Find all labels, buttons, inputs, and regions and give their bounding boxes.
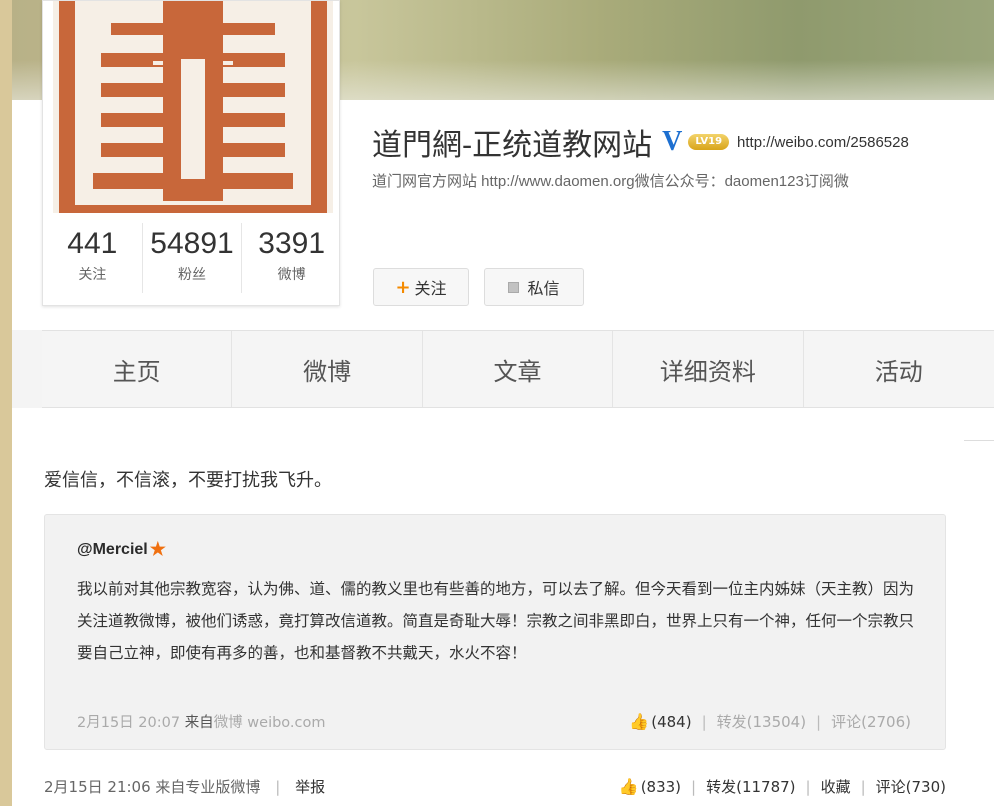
tab-details[interactable]: 详细资料 bbox=[613, 331, 804, 407]
quoted-time-link[interactable]: 2月15日 20:07 bbox=[77, 715, 180, 731]
quoted-like-count[interactable]: (484) bbox=[651, 713, 691, 731]
profile-url-link[interactable]: http://weibo.com/2586528 bbox=[737, 134, 909, 151]
stat-value: 54891 bbox=[150, 227, 234, 260]
divider bbox=[964, 440, 994, 441]
quoted-post: @Merciel ★ 我以前对其他宗教宽容，认为佛、道、儒的教义里也有些善的地方… bbox=[44, 514, 946, 750]
post-favorite-link[interactable]: 收藏 bbox=[821, 776, 851, 797]
tab-events[interactable]: 活动 bbox=[804, 331, 994, 407]
post-like-count[interactable]: (833) bbox=[641, 778, 681, 796]
avatar-card: 441 关注 54891 粉丝 3391 微博 bbox=[42, 0, 340, 306]
tab-articles[interactable]: 文章 bbox=[423, 331, 614, 407]
separator: | bbox=[860, 777, 866, 796]
post-meta: 2月15日 21:06 来自专业版微博 | 举报 bbox=[44, 776, 325, 797]
plus-icon: + bbox=[395, 276, 411, 298]
separator: | bbox=[805, 777, 811, 796]
stat-label: 关注 bbox=[78, 267, 107, 283]
avatar[interactable] bbox=[53, 1, 333, 213]
post-repost-link[interactable]: 转发(11787) bbox=[706, 776, 795, 797]
follow-button[interactable]: + 关注 bbox=[373, 268, 469, 306]
profile-name-row: 道門網-正统道教网站 V LV19 http://weibo.com/25865… bbox=[372, 118, 909, 166]
level-badge[interactable]: LV19 bbox=[688, 134, 730, 150]
separator: | bbox=[701, 712, 707, 731]
stat-label: 粉丝 bbox=[178, 267, 206, 283]
profile-description: 道门网官方网站 http://www.daomen.org微信公众号：daome… bbox=[372, 173, 849, 190]
seal-logo-icon bbox=[53, 1, 333, 213]
separator: | bbox=[816, 712, 822, 731]
stat-value: 3391 bbox=[258, 227, 326, 260]
quoted-repost-link[interactable]: 转发(13504) bbox=[717, 711, 806, 732]
separator: | bbox=[275, 778, 281, 796]
profile-tabs: 主页 微博 文章 详细资料 活动 bbox=[42, 330, 994, 408]
quoted-comment-link[interactable]: 评论(2706) bbox=[831, 711, 911, 732]
post-time-link[interactable]: 2月15日 21:06 bbox=[44, 778, 151, 796]
message-button[interactable]: 私信 bbox=[484, 268, 584, 306]
stat-following[interactable]: 441 关注 bbox=[43, 223, 143, 293]
verified-icon[interactable]: V bbox=[662, 126, 682, 158]
post-source-link[interactable]: 来自专业版微博 bbox=[155, 778, 260, 796]
page-left-border bbox=[0, 0, 12, 806]
report-link[interactable]: 举报 bbox=[295, 778, 325, 796]
quoted-author-link[interactable]: @Merciel bbox=[77, 541, 148, 559]
post-text: 爱信信，不信滚，不要打扰我飞升。 bbox=[44, 470, 332, 491]
tab-home[interactable]: 主页 bbox=[42, 331, 233, 407]
stat-value: 441 bbox=[67, 227, 118, 260]
quoted-body: 我以前对其他宗教宽容，认为佛、道、儒的教义里也有些善的地方，可以去了解。但今天看… bbox=[77, 580, 915, 662]
profile-stats: 441 关注 54891 粉丝 3391 微博 bbox=[43, 223, 341, 293]
post-comment-link[interactable]: 评论(730) bbox=[876, 776, 946, 797]
stat-followers[interactable]: 54891 粉丝 bbox=[143, 223, 243, 293]
quoted-author: @Merciel ★ bbox=[77, 539, 166, 560]
tab-weibo[interactable]: 微博 bbox=[232, 331, 423, 407]
quoted-source-link[interactable]: 微博 weibo.com bbox=[214, 715, 326, 731]
thumbs-up-icon[interactable]: 👍 bbox=[619, 777, 639, 796]
star-icon: ★ bbox=[149, 539, 166, 559]
stat-label: 微博 bbox=[277, 267, 306, 283]
profile-name[interactable]: 道門網-正统道教网站 bbox=[372, 120, 652, 164]
message-icon bbox=[508, 281, 520, 293]
stat-posts[interactable]: 3391 微博 bbox=[242, 223, 341, 293]
quoted-actions: 👍 (484) | 转发(13504) | 评论(2706) bbox=[629, 711, 911, 732]
quoted-meta: 2月15日 20:07 来自微博 weibo.com bbox=[77, 711, 326, 732]
quoted-source-prefix: 来自 bbox=[184, 715, 214, 731]
separator: | bbox=[691, 777, 697, 796]
post-actions: 👍 (833) | 转发(11787) | 收藏 | 评论(730) bbox=[619, 776, 946, 797]
thumbs-up-icon[interactable]: 👍 bbox=[629, 712, 649, 731]
follow-label: 关注 bbox=[414, 279, 447, 298]
message-label: 私信 bbox=[527, 279, 560, 298]
